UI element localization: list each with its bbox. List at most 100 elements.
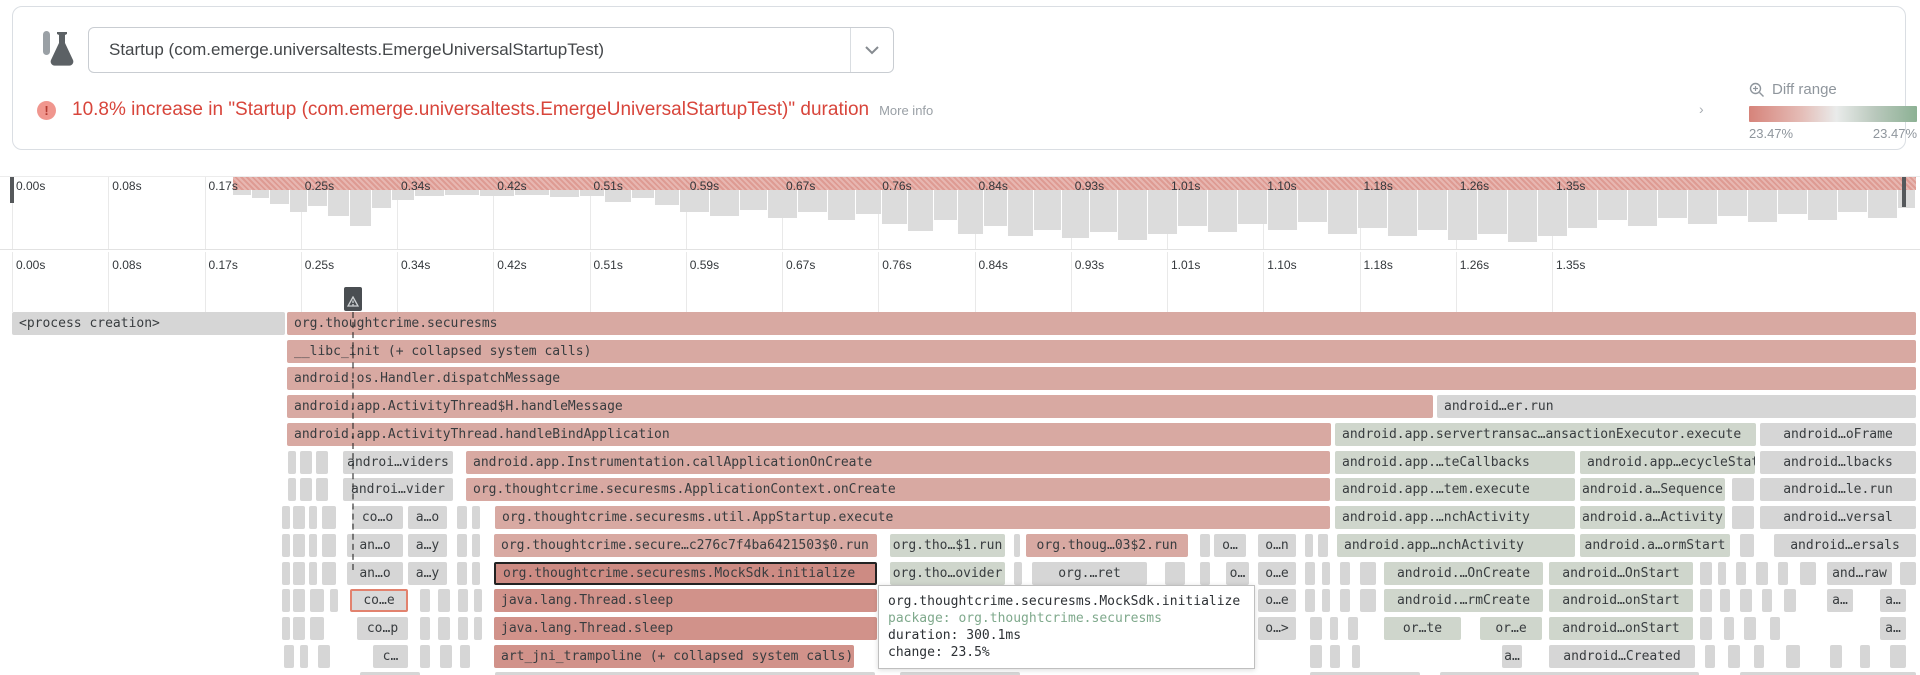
flame-frame[interactable] xyxy=(316,451,328,474)
flame-frame[interactable] xyxy=(1890,645,1906,668)
flame-frame[interactable] xyxy=(309,534,317,557)
flame-frame[interactable] xyxy=(474,617,482,640)
flame-frame[interactable] xyxy=(318,645,330,668)
flame-frame[interactable]: org.tho…ovider xyxy=(890,562,1005,585)
flame-frame[interactable] xyxy=(1736,562,1746,585)
flame-frame[interactable] xyxy=(300,478,312,501)
flame-frame[interactable] xyxy=(1718,562,1726,585)
flame-frame[interactable]: android…Created xyxy=(1549,645,1695,668)
flame-frame[interactable]: androi…viders xyxy=(343,451,453,474)
flame-frame[interactable]: an…o xyxy=(347,562,403,585)
flame-frame[interactable] xyxy=(322,506,336,529)
flame-frame[interactable] xyxy=(1754,645,1764,668)
flame-frame[interactable] xyxy=(316,478,328,501)
flame-frame[interactable] xyxy=(420,645,430,668)
flame-frame[interactable] xyxy=(1724,617,1734,640)
flame-frame[interactable] xyxy=(309,506,317,529)
flame-frame[interactable] xyxy=(1360,589,1376,612)
flame-frame[interactable]: o…> xyxy=(1258,617,1296,640)
flame-frame[interactable]: android.a…Activity xyxy=(1580,506,1725,529)
flame-frame[interactable] xyxy=(1744,617,1756,640)
flame-frame[interactable]: android.app.servertransac…ansactionExecu… xyxy=(1335,423,1756,446)
flame-frame[interactable]: a… xyxy=(1880,617,1906,640)
flame-frame[interactable]: org.thoughtcrime.securesms xyxy=(287,312,1916,335)
flame-frame[interactable] xyxy=(288,451,296,474)
flame-frame[interactable] xyxy=(1200,534,1210,557)
flame-frame[interactable]: __libc_init (+ collapsed system calls) xyxy=(287,340,1916,363)
flame-frame[interactable] xyxy=(1348,617,1358,640)
flame-frame[interactable] xyxy=(310,617,324,640)
flame-frame[interactable]: java.lang.Thread.sleep xyxy=(494,589,877,612)
flame-frame[interactable]: android.app.Instrumentation.callApplicat… xyxy=(466,451,1330,474)
flame-frame[interactable]: co…p xyxy=(357,617,408,640)
flame-frame[interactable]: android…ersals xyxy=(1774,534,1916,557)
flame-frame[interactable] xyxy=(1732,506,1754,529)
flame-frame[interactable]: android…er.run xyxy=(1437,395,1916,418)
flame-frame[interactable]: org.…ret xyxy=(1032,562,1147,585)
flame-frame[interactable] xyxy=(1786,645,1800,668)
flame-frame[interactable]: o… xyxy=(1214,534,1246,557)
flame-frame[interactable] xyxy=(1322,562,1330,585)
flame-frame[interactable] xyxy=(1165,562,1185,585)
flame-frame[interactable] xyxy=(1318,534,1328,557)
flame-frame[interactable]: o…n xyxy=(1258,534,1296,557)
flame-frame[interactable]: android.app.ActivityThread.handleBindApp… xyxy=(287,423,1331,446)
flame-frame[interactable]: o… xyxy=(1226,562,1249,585)
flame-frame[interactable] xyxy=(1830,645,1842,668)
flame-frame[interactable] xyxy=(1305,562,1315,585)
flame-frame[interactable]: androi…vider xyxy=(343,478,453,501)
flame-frame[interactable] xyxy=(1360,562,1376,585)
flame-frame[interactable]: a… xyxy=(1880,589,1906,612)
flame-frame[interactable] xyxy=(288,478,296,501)
flame-frame[interactable] xyxy=(457,506,467,529)
flame-frame[interactable] xyxy=(1305,534,1313,557)
flame-frame[interactable]: android…OnStart xyxy=(1549,562,1693,585)
flame-frame[interactable]: or…te xyxy=(1384,617,1461,640)
flame-frame[interactable]: android.app…nchActivity xyxy=(1337,534,1575,557)
flame-frame[interactable] xyxy=(1740,534,1754,557)
flame-frame-selected[interactable]: org.thoughtcrime.securesms.MockSdk.initi… xyxy=(494,562,877,585)
flame-frame[interactable] xyxy=(284,645,294,668)
flame-frame[interactable] xyxy=(458,617,468,640)
flame-frame[interactable] xyxy=(1310,617,1322,640)
flame-frame[interactable]: and…raw xyxy=(1827,562,1892,585)
flame-frame[interactable]: android.app.…teCallbacks xyxy=(1335,451,1575,474)
flame-frame[interactable]: o…e xyxy=(1258,562,1296,585)
flame-frame[interactable] xyxy=(457,534,467,557)
flame-frame[interactable] xyxy=(1700,589,1712,612)
flame-frame[interactable]: org.tho…$1.run xyxy=(890,534,1005,557)
flame-frame[interactable] xyxy=(293,617,305,640)
flame-frame[interactable] xyxy=(1784,589,1796,612)
flame-frame[interactable]: android.os.Handler.dispatchMessage xyxy=(287,367,1916,390)
flame-frame[interactable]: org.thoughtcrime.securesms.ApplicationCo… xyxy=(466,478,1330,501)
flame-frame[interactable]: android.a…Sequence xyxy=(1580,478,1725,501)
flame-frame[interactable] xyxy=(1305,589,1315,612)
flame-frame[interactable] xyxy=(458,589,468,612)
flame-frame[interactable] xyxy=(1700,617,1712,640)
flame-frame[interactable] xyxy=(293,506,305,529)
flame-frame[interactable]: android.app.…nchActivity xyxy=(1335,506,1575,529)
flame-frame[interactable]: org.thoughtcrime.securesms.util.AppStart… xyxy=(495,506,1330,529)
flame-frame[interactable]: android…onStart xyxy=(1549,617,1693,640)
minimap-right-handle[interactable] xyxy=(1902,177,1906,207)
flame-frame[interactable] xyxy=(282,562,290,585)
flame-frame[interactable]: android…lbacks xyxy=(1760,451,1916,474)
flame-frame[interactable]: org.thoug…03$2.run xyxy=(1026,534,1188,557)
flame-frame[interactable] xyxy=(1330,645,1340,668)
flame-frame[interactable]: android…versal xyxy=(1760,506,1916,529)
flame-frame[interactable] xyxy=(282,617,290,640)
flame-frame[interactable] xyxy=(293,534,305,557)
flame-frame[interactable] xyxy=(293,562,305,585)
flame-frame[interactable]: or…e xyxy=(1480,617,1542,640)
flame-frame[interactable] xyxy=(420,589,430,612)
flame-frame[interactable] xyxy=(472,562,480,585)
flame-frame[interactable] xyxy=(1340,589,1350,612)
flame-frame[interactable] xyxy=(309,562,317,585)
flame-frame[interactable]: android…onStart xyxy=(1549,589,1693,612)
flame-frame[interactable]: c… xyxy=(373,645,408,668)
flame-frame[interactable] xyxy=(460,645,470,668)
flame-frame[interactable] xyxy=(420,617,430,640)
flame-frame[interactable] xyxy=(282,506,290,529)
flame-frame[interactable] xyxy=(1700,562,1712,585)
marker-flag-icon[interactable] xyxy=(344,287,362,311)
